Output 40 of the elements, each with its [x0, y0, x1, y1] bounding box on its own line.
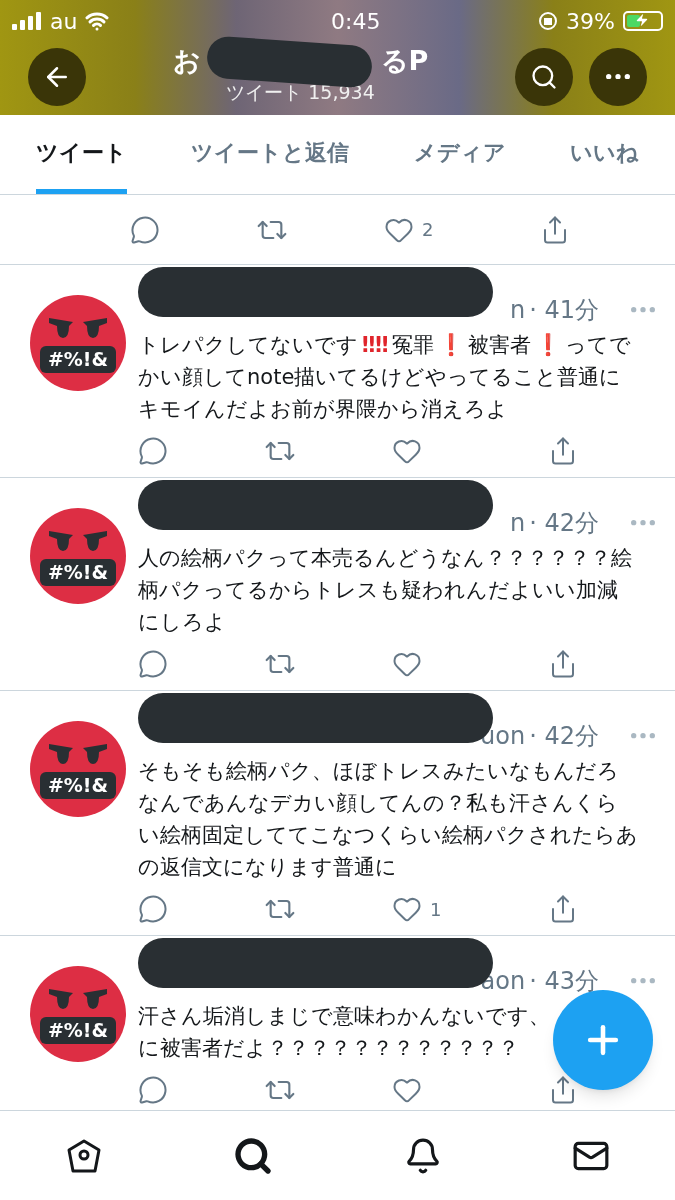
reply-icon[interactable]: [138, 436, 168, 466]
profile-name-start: お: [172, 46, 201, 74]
like-count: 1: [430, 897, 442, 922]
tweet-text: 人の絵柄パクって本売るんどうなん？？？？？？絵柄パクってるからトレスも疑われんだよいい加減にしろよ: [138, 545, 633, 636]
tweet-time: · 42分: [529, 721, 599, 752]
battery-icon: [623, 11, 663, 31]
profile-tab[interactable]: ツイート: [36, 115, 127, 194]
profile-tab[interactable]: ツイートと返信: [191, 115, 350, 194]
avatar-symbols: #%!&: [39, 1016, 117, 1044]
tweet-text: そもそも絵柄パク、ほぼトレスみたいなもんだろなんであんなデカい顔してんの？私も汗さんくらい絵柄固定しててこなつくらい絵柄パクされたらあの返信文になります普通に: [138, 758, 638, 881]
reply-icon[interactable]: [138, 649, 168, 679]
signal-icon: [12, 12, 42, 30]
tweet-text: 汗さん垢消しまじで意味わかんないです、 に被害者だよ？？？？？？？？？？？？: [138, 1003, 551, 1062]
tweet-time: · 41分: [529, 295, 599, 326]
rotation-lock-icon: [538, 11, 559, 31]
avatar[interactable]: #%!&: [30, 721, 126, 817]
tweet-time: · 43分: [529, 966, 599, 997]
battery-percent: 39%: [566, 7, 615, 36]
reply-icon[interactable]: [130, 214, 160, 245]
handle-fragment: n: [510, 508, 526, 539]
avatar[interactable]: #%!&: [30, 508, 126, 604]
clock: 0:45: [331, 7, 381, 36]
profile-name-end: るP: [380, 46, 429, 74]
profile-tab[interactable]: メディア: [413, 115, 506, 194]
avatar[interactable]: #%!&: [30, 295, 126, 391]
like-count: 2: [422, 218, 434, 242]
avatar[interactable]: #%!&: [30, 966, 126, 1062]
reply-icon[interactable]: [138, 1075, 168, 1105]
avatar-symbols: #%!&: [39, 345, 117, 373]
avatar-symbols: #%!&: [39, 558, 117, 586]
reply-icon[interactable]: [138, 894, 168, 924]
avatar-symbols: #%!&: [39, 771, 117, 799]
more-icon[interactable]: [606, 73, 630, 80]
search-icon[interactable]: [233, 1135, 274, 1176]
search-icon: [530, 62, 558, 91]
profile-tab[interactable]: いいね: [570, 115, 639, 194]
tweet-text: トレパクしてないです ‼‼ 冤罪 ❗ 被害者 ❗ ってでかい顔してnote描いてるけどやってること普通にキモイんだよお前が界隈から消えろよ: [138, 332, 633, 423]
tweet-time: · 42分: [529, 508, 599, 539]
carrier-name: au: [50, 7, 78, 36]
handle-fragment: n: [510, 295, 526, 326]
